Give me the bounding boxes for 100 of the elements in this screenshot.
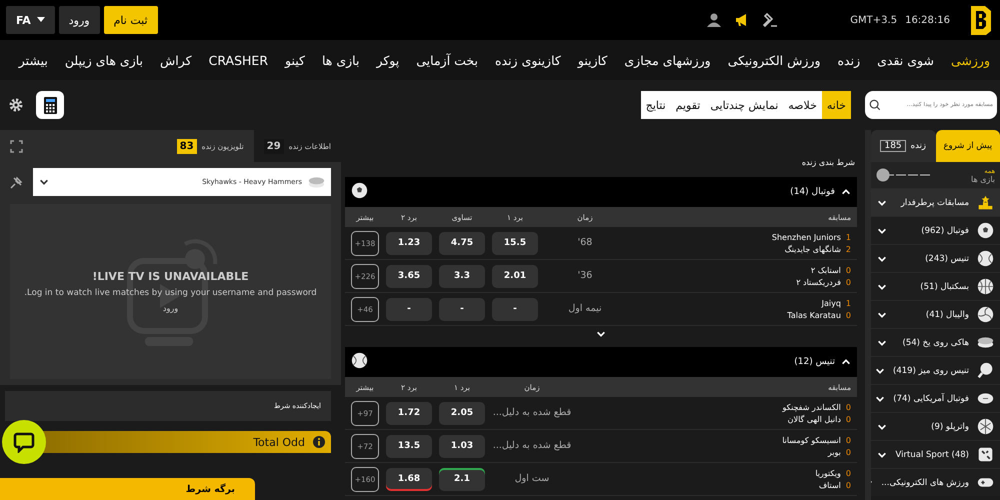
team-score: 0	[846, 266, 851, 274]
odds-button[interactable]: -	[492, 298, 538, 320]
match-time: قطع شده به دلیل...	[492, 407, 572, 419]
section-title: شرط بندی زنده	[800, 158, 855, 167]
team-score: 1	[846, 232, 851, 242]
podium-icon	[977, 194, 994, 211]
team-score: 0	[846, 448, 851, 456]
sport-label: Virtual Sport (48)	[895, 450, 969, 460]
sport-menu-item[interactable]: مسابقات پرطرفدار	[871, 188, 1000, 216]
sport-label: واترپلو (9)	[930, 422, 969, 432]
chevron-up-icon[interactable]	[841, 187, 851, 197]
bet-slip-tab[interactable]: برگه شرط	[0, 478, 255, 500]
odds-button[interactable]: 1.03	[439, 434, 485, 458]
user-icon[interactable]	[706, 12, 722, 28]
chevron-down-icon[interactable]	[877, 198, 887, 208]
nav-item[interactable]: ورزشی	[950, 52, 990, 68]
odds-button[interactable]: 15.5	[492, 232, 538, 254]
sport-label: تنیس روی میز (419)	[893, 366, 969, 376]
nav-item[interactable]: زنده	[838, 52, 860, 68]
team-score: 0	[846, 310, 851, 320]
match-time: '68	[576, 237, 594, 249]
odds-button[interactable]: 2.1	[439, 468, 485, 490]
nav-item[interactable]: بازی ها	[322, 52, 360, 68]
odds-button[interactable]: 1.68	[386, 468, 432, 490]
odds-button[interactable]: 2.01	[492, 264, 538, 288]
tv-unavailable-title: !LIVE TV IS UNAVAILABLE	[92, 270, 249, 282]
nav-item[interactable]: بیشتر	[18, 52, 48, 68]
odds-button[interactable]: 13.5	[386, 434, 432, 458]
chevron-down-icon[interactable]	[875, 366, 885, 376]
odds-button[interactable]: 1.72	[386, 402, 432, 424]
odds-button[interactable]: 1.23	[386, 232, 432, 254]
odds-button[interactable]: -	[386, 298, 432, 320]
logo-icon[interactable]	[968, 4, 994, 36]
sidebar-tab[interactable]: پیش از شروع	[936, 130, 1000, 162]
search-icon[interactable]	[869, 99, 881, 111]
fullscreen-icon[interactable]	[10, 140, 23, 152]
nav-item[interactable]: کازینو	[578, 52, 608, 68]
login-button[interactable]: ورود	[58, 6, 100, 34]
match-time: نیمه اول	[567, 303, 603, 315]
language-selector[interactable]: FA	[6, 6, 55, 34]
ball-icon	[351, 182, 368, 199]
odds-button[interactable]: 3.3	[439, 264, 485, 288]
clock-time: 16:28:16	[905, 14, 950, 26]
nav-item[interactable]: ورزشهای مجازی	[624, 52, 711, 68]
sport-label: بسکتبال (51)	[919, 282, 969, 292]
match-time: ست اول	[514, 473, 550, 485]
chevron-down-icon[interactable]	[877, 254, 887, 264]
nav-item[interactable]: بخت آزمایی	[416, 52, 478, 68]
team-score: 2	[846, 244, 851, 254]
odds-button[interactable]: 3.65	[386, 264, 432, 288]
chevron-down-icon[interactable]	[877, 450, 887, 460]
nav-item[interactable]: بازی های زیپلن	[64, 52, 144, 68]
info-icon[interactable]	[313, 436, 325, 448]
chevron-down-icon[interactable]	[875, 394, 886, 404]
odds-button[interactable]: -	[439, 298, 485, 320]
sport-label: فوتبال (962)	[920, 226, 969, 236]
chat-button[interactable]	[2, 420, 46, 464]
nav-item[interactable]: ورزش الکترونیکی	[728, 52, 820, 68]
nav-item[interactable]: پوکر	[376, 52, 400, 68]
team-score: 0	[846, 402, 851, 412]
sport-label: والیبال (41)	[924, 310, 969, 320]
nav-item[interactable]: CRASHER	[208, 52, 268, 68]
team-name: ویکتوریا	[815, 468, 841, 478]
sport-label: فوتبال آمریکایی (74)	[893, 394, 969, 404]
nav-item[interactable]: شوی نقدی	[877, 52, 934, 68]
match-time: '36	[576, 270, 594, 282]
odds-button[interactable]: 2.05	[439, 402, 485, 424]
expand-chevron-icon[interactable]	[596, 329, 606, 339]
register-button[interactable]: ثبت نام	[104, 6, 158, 34]
sport-label: مسابقات پرطرفدار	[900, 198, 969, 208]
settings-icon[interactable]	[8, 97, 24, 113]
team-score: 0	[846, 480, 851, 490]
nav-item[interactable]: کینو	[285, 52, 305, 68]
team-name: دانیل الهی گالان	[788, 414, 841, 424]
sport-label: هاکی روی یخ (54)	[902, 338, 969, 348]
nav-item[interactable]: کازینوی زنده	[494, 52, 561, 68]
volleyball-icon	[977, 306, 994, 323]
chevron-down-icon[interactable]	[877, 338, 887, 348]
chevron-down-icon[interactable]	[877, 422, 887, 432]
dropdown-chevron-icon[interactable]	[39, 177, 49, 187]
chevron-up-icon[interactable]	[841, 357, 851, 367]
odds-button[interactable]: 4.75	[439, 232, 485, 254]
login-link[interactable]: ورود	[156, 302, 184, 314]
caret-icon	[36, 17, 45, 23]
chevron-down-icon[interactable]	[877, 310, 887, 320]
nav-item[interactable]: کراش	[160, 52, 192, 68]
team-name: شانگهای جایدینگ	[784, 244, 841, 254]
team-name: Shenzhen Juniors	[772, 232, 841, 242]
team-score: 0	[846, 414, 851, 424]
paddle-icon	[977, 362, 994, 379]
view-tab[interactable]: خانه	[822, 91, 851, 119]
match-time: قطع شده به دلیل...	[492, 440, 572, 452]
calculator-button[interactable]	[36, 91, 64, 119]
total-odd-label: Total Odd	[253, 436, 305, 448]
team-score: 0	[846, 436, 851, 444]
chevron-down-icon[interactable]	[877, 282, 887, 292]
tennis-ball-icon	[977, 250, 994, 267]
chevron-down-icon[interactable]	[877, 226, 887, 236]
ball-icon	[977, 222, 994, 239]
tennis-ball-icon	[351, 352, 368, 369]
